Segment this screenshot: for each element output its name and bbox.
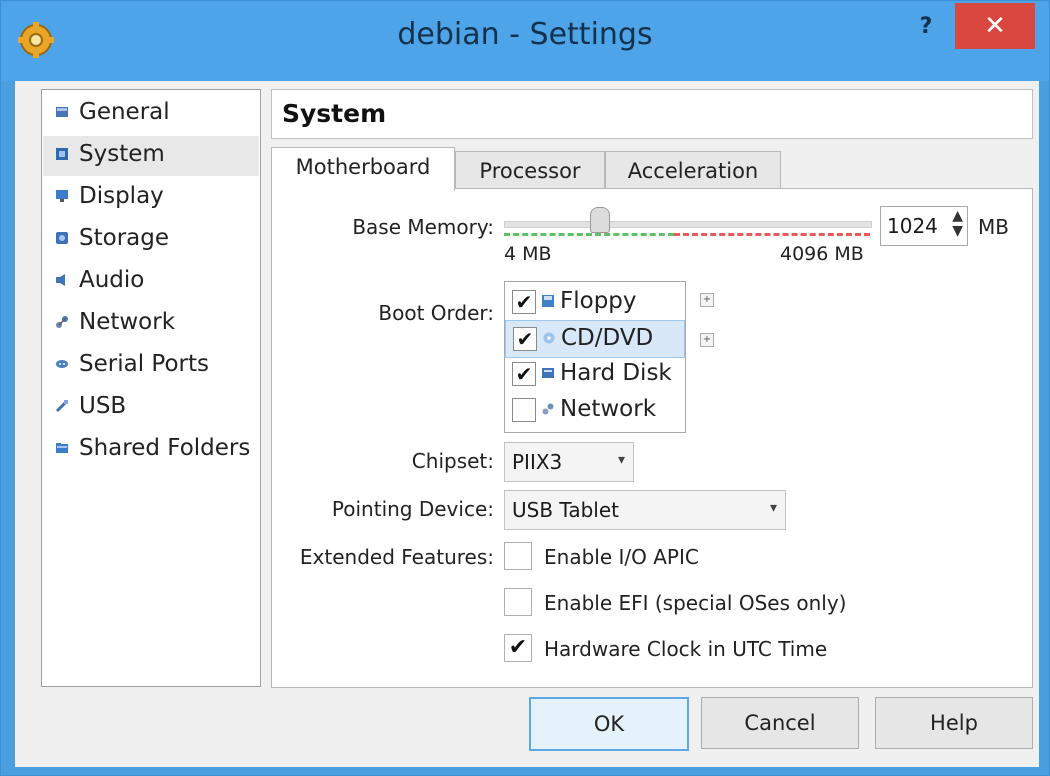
sidebar-item-label: System bbox=[79, 141, 165, 167]
boot-hard-disk-checkbox[interactable]: ✔ bbox=[512, 362, 536, 386]
sidebar-item-serial-ports[interactable]: Serial Ports bbox=[43, 346, 259, 386]
boot-item-label: Hard Disk bbox=[560, 360, 672, 386]
sidebar-item-label: USB bbox=[79, 393, 127, 419]
display-icon bbox=[56, 190, 68, 202]
ok-button[interactable]: OK bbox=[529, 697, 689, 751]
io-apic-checkbox[interactable] bbox=[504, 542, 532, 570]
memory-min-label: 4 MB bbox=[504, 243, 552, 265]
sidebar-item-network[interactable]: Network bbox=[43, 304, 259, 344]
utc-clock-label[interactable]: Hardware Clock in UTC Time bbox=[544, 637, 827, 661]
spin-arrows-icon[interactable]: ▲ ▼ bbox=[952, 209, 963, 239]
utc-clock-checkbox[interactable]: ✔ bbox=[504, 634, 532, 662]
efi-label[interactable]: Enable EFI (special OSes only) bbox=[544, 591, 846, 615]
chevron-down-icon: ▾ bbox=[769, 500, 777, 516]
network-icon bbox=[56, 316, 68, 328]
move-down-button[interactable]: + bbox=[700, 333, 714, 347]
memory-max-label: 4096 MB bbox=[780, 243, 864, 265]
sidebar-item-usb[interactable]: USB bbox=[43, 388, 259, 428]
pointing-device-select[interactable]: USB Tablet ▾ bbox=[504, 490, 786, 530]
network-icon bbox=[542, 403, 554, 415]
chipset-value: PIIX3 bbox=[512, 450, 563, 474]
memory-spinbox[interactable]: 1024 ▲ ▼ bbox=[880, 206, 968, 246]
sidebar-item-label: Storage bbox=[79, 225, 169, 251]
boot-item-label: Floppy bbox=[560, 288, 637, 314]
boot-order-list: ✔ Floppy ✔ CD/DVD ✔ Hard Disk Network bbox=[504, 281, 686, 433]
sidebar-item-label: Shared Folders bbox=[79, 435, 251, 461]
help-button[interactable]: Help bbox=[875, 697, 1033, 749]
audio-icon bbox=[56, 274, 65, 286]
floppy-icon bbox=[542, 295, 554, 307]
system-icon bbox=[56, 148, 68, 160]
cd-dvd-icon bbox=[543, 332, 555, 344]
boot-item-hard-disk[interactable]: ✔ Hard Disk bbox=[506, 356, 684, 392]
settings-sidebar: General System Display Storage Audio Net… bbox=[41, 89, 261, 687]
sidebar-item-storage[interactable]: Storage bbox=[43, 220, 259, 260]
boot-network-checkbox[interactable] bbox=[512, 398, 536, 422]
sidebar-item-label: Display bbox=[79, 183, 164, 209]
chipset-select[interactable]: PIIX3 ▾ bbox=[504, 442, 634, 482]
base-memory-label: Base Memory: bbox=[352, 215, 494, 239]
sidebar-item-general[interactable]: General bbox=[43, 94, 259, 134]
memory-safe-range bbox=[504, 233, 674, 236]
dialog-body: General System Display Storage Audio Net… bbox=[15, 81, 1039, 767]
efi-checkbox[interactable] bbox=[504, 588, 532, 616]
sidebar-item-label: General bbox=[79, 99, 170, 125]
storage-icon bbox=[56, 232, 68, 244]
cancel-button[interactable]: Cancel bbox=[701, 697, 859, 749]
boot-cd-dvd-checkbox[interactable]: ✔ bbox=[513, 327, 537, 351]
tab-processor[interactable]: Processor bbox=[455, 151, 605, 190]
memory-slider-handle[interactable] bbox=[590, 207, 610, 233]
move-up-button[interactable]: + bbox=[700, 293, 714, 307]
memory-slider-track[interactable] bbox=[504, 221, 872, 228]
section-header: System bbox=[271, 89, 1033, 139]
boot-item-floppy[interactable]: ✔ Floppy bbox=[506, 284, 684, 320]
memory-value: 1024 bbox=[887, 214, 938, 238]
extended-features-label: Extended Features: bbox=[299, 545, 494, 569]
chipset-label: Chipset: bbox=[411, 449, 494, 473]
memory-unit: MB bbox=[978, 215, 1009, 239]
tab-acceleration[interactable]: Acceleration bbox=[605, 151, 781, 190]
boot-item-cd-dvd[interactable]: ✔ CD/DVD bbox=[505, 320, 685, 358]
boot-order-label: Boot Order: bbox=[378, 301, 494, 325]
sidebar-item-label: Network bbox=[79, 309, 176, 335]
shared-folders-icon bbox=[56, 443, 68, 453]
page-title: System bbox=[282, 99, 387, 128]
sidebar-item-label: Serial Ports bbox=[79, 351, 209, 377]
memory-unsafe-range bbox=[674, 233, 870, 236]
window-title: debian - Settings bbox=[397, 17, 653, 52]
boot-floppy-checkbox[interactable]: ✔ bbox=[512, 290, 536, 314]
tab-motherboard[interactable]: Motherboard bbox=[271, 147, 455, 191]
settings-window: debian - Settings ? ✕ General System Dis… bbox=[0, 0, 1050, 776]
io-apic-label[interactable]: Enable I/O APIC bbox=[544, 545, 699, 569]
general-icon bbox=[56, 107, 68, 117]
boot-item-network[interactable]: Network bbox=[506, 392, 684, 428]
pointing-device-value: USB Tablet bbox=[512, 498, 619, 522]
serial-ports-icon bbox=[56, 360, 68, 368]
sidebar-item-audio[interactable]: Audio bbox=[43, 262, 259, 302]
boot-item-label: CD/DVD bbox=[561, 325, 654, 351]
title-bar: debian - Settings ? ✕ bbox=[1, 1, 1049, 81]
sidebar-item-system[interactable]: System bbox=[43, 136, 259, 176]
sidebar-item-display[interactable]: Display bbox=[43, 178, 259, 218]
hard-disk-icon bbox=[542, 368, 554, 378]
sidebar-item-label: Audio bbox=[79, 267, 145, 293]
pointing-device-label: Pointing Device: bbox=[331, 497, 494, 521]
boot-item-label: Network bbox=[560, 396, 657, 422]
chevron-down-icon: ▾ bbox=[617, 452, 625, 468]
motherboard-panel: Base Memory: 4 MB 4096 MB 1024 ▲ ▼ MB Boo… bbox=[271, 188, 1033, 688]
usb-icon bbox=[55, 399, 69, 413]
sidebar-item-shared-folders[interactable]: Shared Folders bbox=[43, 430, 259, 470]
close-button[interactable]: ✕ bbox=[955, 3, 1035, 49]
title-help-button[interactable]: ? bbox=[901, 7, 951, 47]
